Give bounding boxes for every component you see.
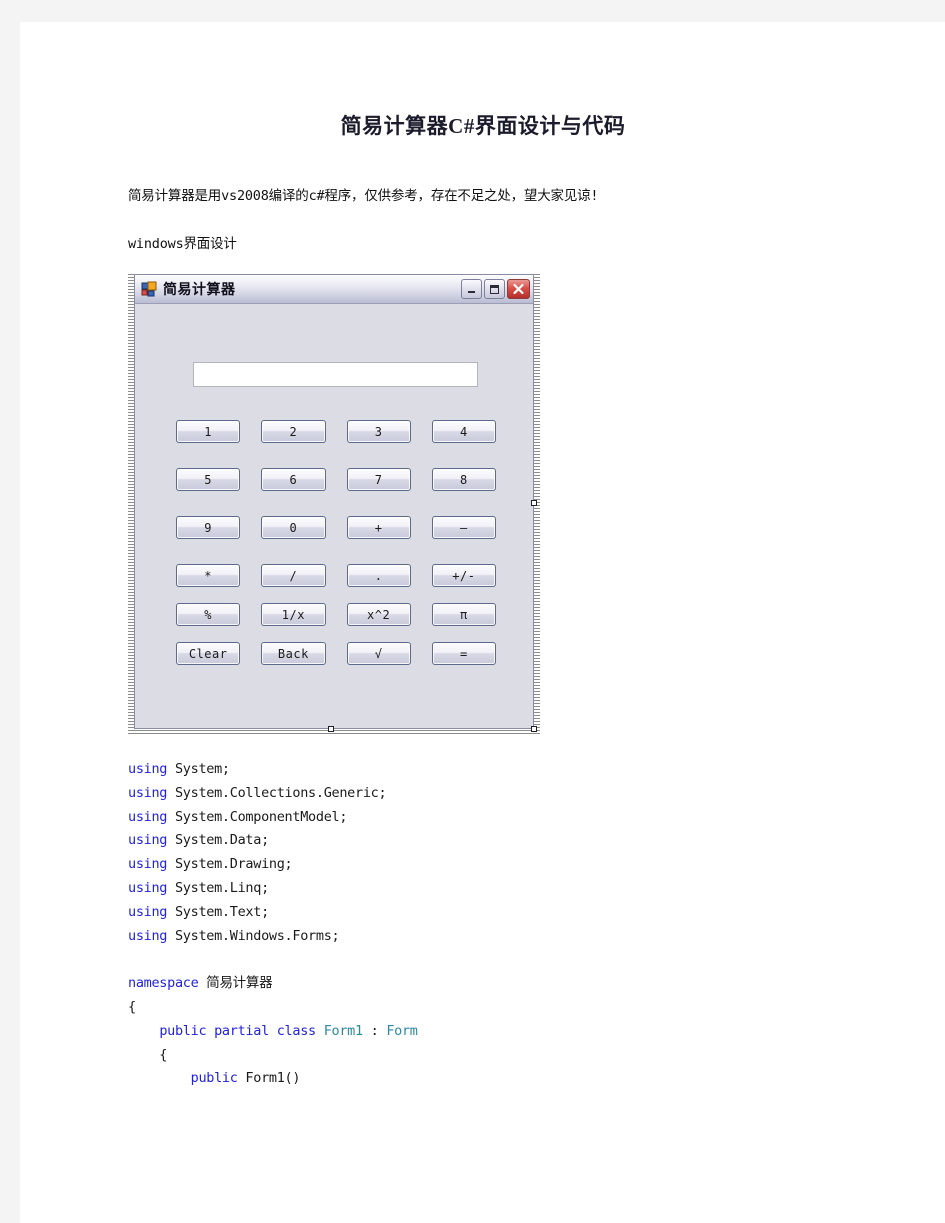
- code-keyword: namespace: [128, 975, 199, 992]
- code-line: using System.Text;: [128, 901, 828, 925]
- calc-button-4[interactable]: 4: [431, 420, 496, 443]
- code-text: Form1(): [237, 1070, 301, 1087]
- calc-button-plus[interactable]: +: [346, 516, 411, 539]
- source-code-listing: using System; using System.Collections.Ge…: [128, 758, 828, 1091]
- button-row: 9 0 + –: [176, 516, 496, 539]
- code-line: using System.Collections.Generic;: [128, 782, 828, 806]
- code-keyword: using: [128, 784, 168, 801]
- close-icon: [513, 283, 524, 295]
- code-text: {: [128, 1046, 168, 1063]
- button-row: Clear Back √ =: [176, 642, 496, 665]
- code-keyword: using: [128, 927, 168, 944]
- maximize-icon: [490, 284, 499, 294]
- code-line: namespace 简易计算器: [128, 972, 828, 996]
- calc-button-sqrt[interactable]: √: [346, 642, 411, 665]
- code-line: {: [128, 1044, 828, 1068]
- form-designer-screenshot: 简易计算器 1 2 3 4 5 6 7 8 9 0 + – * / . +/- …: [128, 274, 540, 736]
- window-maximize-button[interactable]: [484, 279, 505, 299]
- window-title-text: 简易计算器: [163, 282, 236, 298]
- calc-button-minus[interactable]: –: [431, 516, 496, 539]
- code-line: using System.Windows.Forms;: [128, 925, 828, 949]
- code-text: System.Text;: [167, 903, 269, 920]
- code-text: :: [362, 1022, 387, 1039]
- code-keyword: using: [128, 808, 168, 825]
- code-text: System.Data;: [167, 832, 269, 849]
- document-body: 简易计算器C#界面设计与代码 简易计算器是用vs2008编译的c#程序，仅供参考…: [128, 110, 828, 1091]
- resize-handle-right[interactable]: [531, 500, 537, 506]
- calc-button-8[interactable]: 8: [431, 468, 496, 491]
- code-type: Form1: [323, 1022, 363, 1039]
- code-keyword: using: [128, 856, 168, 873]
- section-label-windows-design: windows界面设计: [128, 236, 237, 252]
- code-line: {: [128, 996, 828, 1020]
- code-keyword: using: [128, 879, 168, 896]
- code-keyword: using: [128, 903, 168, 920]
- window-titlebar: 简易计算器: [135, 275, 533, 304]
- code-text: System.Drawing;: [167, 856, 293, 873]
- code-text: System.Linq;: [167, 879, 269, 896]
- calc-button-equals[interactable]: =: [431, 642, 496, 665]
- code-keyword: using: [128, 832, 168, 849]
- calculator-window: 简易计算器 1 2 3 4 5 6 7 8 9 0 + – * / . +/- …: [134, 274, 534, 729]
- calc-button-decimal[interactable]: .: [346, 564, 411, 587]
- code-line: public partial class Form1 : Form: [128, 1020, 828, 1044]
- button-row: % 1/x x^2 π: [176, 603, 496, 626]
- minimize-icon: [468, 290, 475, 293]
- calc-button-3[interactable]: 3: [346, 420, 411, 443]
- page-margin-left: [0, 22, 20, 1223]
- calc-button-back[interactable]: Back: [261, 642, 326, 665]
- calc-button-5[interactable]: 5: [176, 468, 241, 491]
- calc-button-divide[interactable]: /: [261, 564, 326, 587]
- resize-handle-corner[interactable]: [531, 726, 537, 732]
- code-text: System.Windows.Forms;: [167, 927, 340, 944]
- page-title: 简易计算器C#界面设计与代码: [340, 114, 626, 138]
- code-line: using System.Data;: [128, 829, 828, 853]
- calc-button-0[interactable]: 0: [261, 516, 326, 539]
- calc-button-pi[interactable]: π: [431, 603, 496, 626]
- code-line: using System;: [128, 758, 828, 782]
- code-text: 简易计算器: [198, 975, 273, 992]
- button-row: * / . +/-: [176, 564, 496, 587]
- code-line: public Form1(): [128, 1067, 828, 1091]
- calc-button-6[interactable]: 6: [261, 468, 326, 491]
- intro-paragraph: 简易计算器是用vs2008编译的c#程序，仅供参考，存在不足之处，望大家见谅!: [128, 188, 599, 204]
- calc-button-9[interactable]: 9: [176, 516, 241, 539]
- code-text: System.Collections.Generic;: [167, 784, 387, 801]
- code-line: using System.Drawing;: [128, 853, 828, 877]
- calc-button-clear[interactable]: Clear: [176, 642, 241, 665]
- calc-button-sign[interactable]: +/-: [431, 564, 496, 587]
- display-input[interactable]: [193, 362, 478, 387]
- code-text: System.ComponentModel;: [167, 808, 348, 825]
- calc-button-square[interactable]: x^2: [346, 603, 411, 626]
- code-keyword: public partial class: [159, 1022, 316, 1039]
- code-text: {: [128, 998, 136, 1015]
- button-row: 1 2 3 4: [176, 420, 496, 443]
- resize-handle-bottom[interactable]: [328, 726, 334, 732]
- calc-button-2[interactable]: 2: [261, 420, 326, 443]
- button-grid: 1 2 3 4 5 6 7 8 9 0 + – * / . +/- % 1/x …: [176, 420, 496, 681]
- calc-button-7[interactable]: 7: [346, 468, 411, 491]
- button-row: 5 6 7 8: [176, 468, 496, 491]
- code-text: System;: [167, 761, 230, 777]
- form-client-area: 1 2 3 4 5 6 7 8 9 0 + – * / . +/- % 1/x …: [135, 304, 533, 728]
- window-minimize-button[interactable]: [461, 279, 482, 299]
- window-close-button[interactable]: [507, 279, 530, 299]
- code-line: using System.ComponentModel;: [128, 806, 828, 830]
- code-keyword: public: [190, 1070, 238, 1087]
- calc-button-reciprocal[interactable]: 1/x: [261, 603, 326, 626]
- code-type: Form: [386, 1022, 418, 1039]
- page-margin-top: [0, 0, 945, 22]
- calc-button-percent[interactable]: %: [176, 603, 241, 626]
- code-line: using System.Linq;: [128, 877, 828, 901]
- code-keyword: using: [128, 761, 168, 777]
- calc-button-1[interactable]: 1: [176, 420, 241, 443]
- windows-form-icon: [141, 281, 157, 297]
- calc-button-multiply[interactable]: *: [176, 564, 241, 587]
